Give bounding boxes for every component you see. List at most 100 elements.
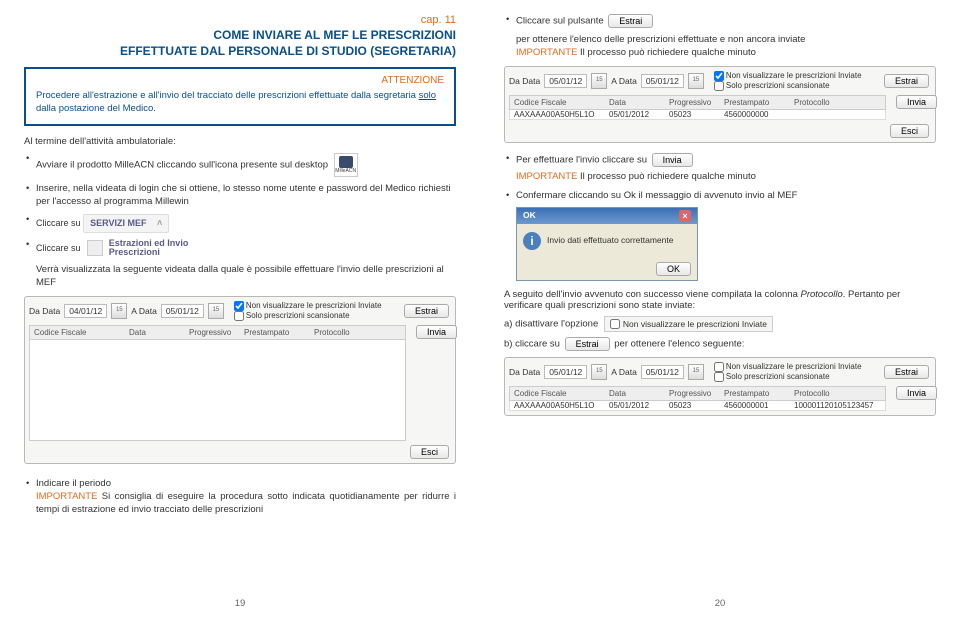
servizi-mef-label: SERVIZI MEF: [90, 218, 146, 228]
col-codice-fiscale: Codice Fiscale: [510, 96, 605, 109]
calendar-icon[interactable]: 15: [208, 303, 224, 319]
chapter-label: cap. 11: [24, 14, 456, 26]
chk-non-visualizzare[interactable]: Non visualizzare le prescrizioni Inviate: [234, 301, 398, 311]
info-icon: i: [523, 232, 541, 250]
calendar-icon[interactable]: 15: [688, 364, 704, 380]
section-intro: Al termine dell'attività ambulatoriale:: [24, 136, 456, 147]
esci-button[interactable]: Esci: [410, 445, 449, 459]
extraction-panel-left: Da Data 04/01/12 15 A Data 05/01/12 15 N…: [24, 296, 456, 464]
ok-button[interactable]: OK: [656, 262, 691, 276]
importante-label: IMPORTANTE: [36, 491, 97, 502]
da-data-field[interactable]: 04/01/12: [64, 304, 107, 318]
col-progressivo: Progressivo: [185, 326, 240, 339]
estrazioni-button[interactable]: Estrazioni ed Invio Prescrizioni: [87, 239, 188, 259]
col-codice-fiscale: Codice Fiscale: [30, 326, 125, 339]
confermare-ok-text: Confermare cliccando su Ok il messaggio …: [516, 190, 797, 201]
invia-button[interactable]: Invia: [896, 386, 937, 400]
post-click-text: Verrà visualizzata la seguente videata d…: [36, 264, 456, 290]
bullet-periodo: Indicare il periodo IMPORTANTE Si consig…: [24, 478, 456, 516]
estrai-button[interactable]: Estrai: [404, 304, 449, 318]
a-data-field[interactable]: 05/01/12: [641, 74, 684, 88]
calendar-icon[interactable]: 15: [688, 73, 704, 89]
a-data-label: A Data: [131, 306, 157, 316]
col-data: Data: [125, 326, 185, 339]
step-b: b) cliccare su Estrai per ottenere l'ele…: [504, 337, 936, 351]
chk-solo-scansionate[interactable]: Solo prescrizioni scansionate: [714, 81, 878, 91]
chk-solo-scansionate[interactable]: Solo prescrizioni scansionate: [234, 311, 398, 321]
attention-text: Procedere all'estrazione e all'invio del…: [36, 90, 444, 116]
estrai-button[interactable]: Estrai: [884, 74, 929, 88]
esci-button[interactable]: Esci: [890, 124, 929, 138]
extraction-panel-right-2: Da Data 05/01/12 15 A Data 05/01/12 15 N…: [504, 357, 936, 416]
title-line-1: COME INVIARE AL MEF LE PRESCRIZIONI: [24, 28, 456, 44]
col-codice-fiscale: Codice Fiscale: [510, 387, 605, 400]
chk-non-visualizzare[interactable]: Non visualizzare le prescrizioni Inviate: [714, 362, 878, 372]
calendar-icon[interactable]: 15: [591, 364, 607, 380]
estrazioni-label: Estrazioni ed Invio Prescrizioni: [109, 239, 189, 259]
da-data-label: Da Data: [509, 76, 540, 86]
results-grid: Codice Fiscale Data Progressivo Prestamp…: [29, 325, 406, 441]
bullet-list: Avviare il prodotto MilleACN cliccando s…: [24, 153, 456, 290]
invia-button[interactable]: Invia: [416, 325, 457, 339]
invia-button[interactable]: Invia: [896, 95, 937, 109]
da-data-label: Da Data: [29, 306, 60, 316]
chk-solo-scansionate-input[interactable]: [234, 311, 244, 321]
left-column: cap. 11 COME INVIARE AL MEF LE PRESCRIZI…: [0, 0, 480, 619]
estrai-button[interactable]: Estrai: [565, 337, 610, 351]
table-row[interactable]: AAXAAA00A50H5L1O 05/01/2012 05023 456000…: [509, 401, 886, 411]
bullet-cliccare-estrai: Cliccare sul pulsante Estrai per ottener…: [504, 14, 936, 60]
milleacn-icon: MilleACN: [334, 153, 358, 177]
chk-non-visualizzare-input[interactable]: [610, 319, 620, 329]
estrai-button[interactable]: Estrai: [608, 14, 653, 28]
calendar-icon[interactable]: 15: [591, 73, 607, 89]
shield-icon: [339, 156, 353, 168]
col-protocollo: Protocollo: [310, 326, 405, 339]
col-prestampato: Prestampato: [240, 326, 310, 339]
da-data-field[interactable]: 05/01/12: [544, 365, 587, 379]
title-line-2: EFFETTUATE DAL PERSONALE DI STUDIO (SEGR…: [24, 44, 456, 60]
importante-text: Il processo può richiedere qualche minut…: [577, 47, 756, 58]
servizi-mef-button[interactable]: SERVIZI MEF ˄: [83, 214, 169, 232]
da-data-field[interactable]: 05/01/12: [544, 74, 587, 88]
chk-solo-scansionate[interactable]: Solo prescrizioni scansionate: [714, 372, 878, 382]
a-data-field[interactable]: 05/01/12: [161, 304, 204, 318]
step-a: a) disattivare l'opzione Non visualizzar…: [504, 316, 936, 332]
bullet-servizi-text: Cliccare su: [36, 217, 81, 229]
cell-protocollo: 100001120105123457: [790, 401, 885, 410]
page: cap. 11 COME INVIARE AL MEF LE PRESCRIZI…: [0, 0, 960, 619]
page-title: COME INVIARE AL MEF LE PRESCRIZIONI EFFE…: [24, 28, 456, 59]
calendar-icon[interactable]: 15: [111, 303, 127, 319]
a-data-label: A Data: [611, 367, 637, 377]
right-bullets-2: Per effettuare l'invio cliccare su Invia…: [504, 153, 936, 281]
right-column: Cliccare sul pulsante Estrai per ottener…: [480, 0, 960, 619]
bullet-avvia: Avviare il prodotto MilleACN cliccando s…: [24, 153, 456, 177]
invia-button[interactable]: Invia: [652, 153, 693, 167]
cell-prestampato: 4560000000: [720, 110, 790, 119]
table-row[interactable]: AAXAAA00A50H5L1O 05/01/2012 05023 456000…: [509, 110, 886, 120]
empty-grid-body: [29, 340, 406, 441]
close-icon[interactable]: ×: [679, 210, 691, 222]
estrai-button[interactable]: Estrai: [884, 365, 929, 379]
cliccare-estrai-text: Cliccare sul pulsante: [516, 16, 604, 27]
attention-text-pre: Procedere all'estrazione e all'invio del…: [36, 90, 419, 101]
right-bullets-1: Cliccare sul pulsante Estrai per ottener…: [504, 14, 936, 60]
ok-dialog-titlebar: OK ×: [517, 208, 697, 224]
importante-label: IMPORTANTE: [516, 171, 577, 182]
date-filter-row: Da Data 04/01/12 15 A Data 05/01/12 15 N…: [29, 301, 451, 321]
bullet-avvia-text: Avviare il prodotto MilleACN cliccando s…: [36, 159, 328, 170]
col-progressivo: Progressivo: [665, 96, 720, 109]
effettuare-invio-text: Per effettuare l'invio cliccare su: [516, 154, 647, 165]
inline-checkbox[interactable]: Non visualizzare le prescrizioni Inviate: [604, 316, 773, 332]
chk-non-visualizzare-input[interactable]: [234, 301, 244, 311]
cell-cf: AAXAAA00A50H5L1O: [510, 401, 605, 410]
bottom-bullets: Indicare il periodo IMPORTANTE Si consig…: [24, 478, 456, 516]
document-icon: [87, 240, 103, 256]
attention-text-post: dalla postazione del Medico.: [36, 103, 156, 114]
attention-label: ATTENZIONE: [36, 75, 444, 86]
chk-non-visualizzare[interactable]: Non visualizzare le prescrizioni Inviate: [714, 71, 878, 81]
filter-checkboxes: Non visualizzare le prescrizioni Inviate…: [234, 301, 398, 321]
bullet-periodo-text: Indicare il periodo: [36, 478, 111, 489]
page-number-right: 20: [480, 598, 960, 609]
extraction-panel-right-1: Da Data 05/01/12 15 A Data 05/01/12 15 N…: [504, 66, 936, 143]
a-data-field[interactable]: 05/01/12: [641, 365, 684, 379]
